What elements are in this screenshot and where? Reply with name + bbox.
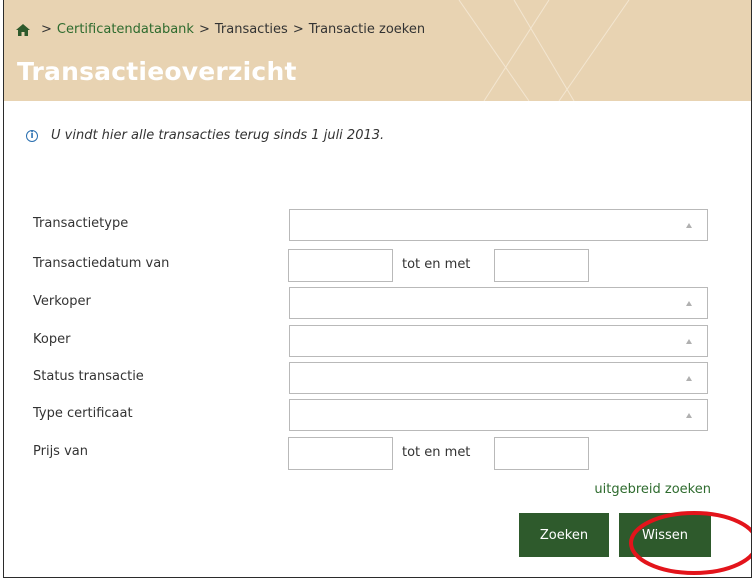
price-between-label: tot en met: [402, 445, 471, 460]
buyer-label: Koper: [33, 332, 71, 347]
transaction-type-select[interactable]: [289, 209, 708, 241]
row-transaction-date: Transactiedatum van tot en met: [4, 249, 751, 282]
breadcrumb-separator: >: [198, 22, 210, 37]
transaction-date-from-input[interactable]: [288, 249, 393, 282]
advanced-search-link[interactable]: uitgebreid zoeken: [594, 482, 711, 497]
main-panel: > Certificatendatabank > Transacties > T…: [3, 0, 752, 578]
breadcrumb-separator: >: [292, 22, 304, 37]
seller-label: Verkoper: [33, 294, 91, 309]
certificate-type-label: Type certificaat: [33, 406, 133, 421]
chevron-up-icon: [686, 413, 692, 418]
row-certificate-type: Type certificaat: [4, 399, 751, 431]
buyer-select[interactable]: [289, 325, 708, 357]
search-button[interactable]: Zoeken: [519, 513, 609, 557]
status-select[interactable]: [289, 362, 708, 394]
chevron-up-icon: [686, 339, 692, 344]
info-text: U vindt hier alle transacties terug sind…: [51, 128, 385, 143]
info-message: i U vindt hier alle transacties terug si…: [26, 128, 384, 143]
breadcrumb-certificatendatabank[interactable]: Certificatendatabank: [57, 22, 194, 37]
chevron-up-icon: [686, 223, 692, 228]
transaction-date-label: Transactiedatum van: [33, 256, 170, 271]
status-label: Status transactie: [33, 369, 144, 384]
price-label: Prijs van: [33, 444, 88, 459]
highlight-ellipse: [629, 511, 751, 575]
price-from-input[interactable]: [288, 437, 393, 470]
home-icon[interactable]: [16, 23, 30, 36]
seller-select[interactable]: [289, 287, 708, 319]
row-transaction-type: Transactietype: [4, 209, 751, 241]
breadcrumb-separator: >: [41, 22, 52, 37]
info-icon: i: [26, 129, 38, 142]
row-seller: Verkoper: [4, 287, 751, 319]
row-status: Status transactie: [4, 362, 751, 394]
transaction-date-to-input[interactable]: [494, 249, 589, 282]
page-header: > Certificatendatabank > Transacties > T…: [4, 0, 751, 101]
page-title: Transactieoverzicht: [17, 57, 297, 86]
transaction-date-between-label: tot en met: [402, 257, 471, 272]
price-to-input[interactable]: [494, 437, 589, 470]
breadcrumb-current: Transactie zoeken: [308, 22, 426, 37]
breadcrumb-transacties[interactable]: Transacties: [215, 22, 288, 37]
chevron-up-icon: [686, 376, 692, 381]
row-price: Prijs van tot en met: [4, 437, 751, 470]
certificate-type-select[interactable]: [289, 399, 708, 431]
row-buyer: Koper: [4, 325, 751, 357]
chevron-up-icon: [686, 301, 692, 306]
transaction-type-label: Transactietype: [33, 216, 129, 231]
breadcrumb: > Certificatendatabank > Transacties > T…: [16, 22, 425, 37]
